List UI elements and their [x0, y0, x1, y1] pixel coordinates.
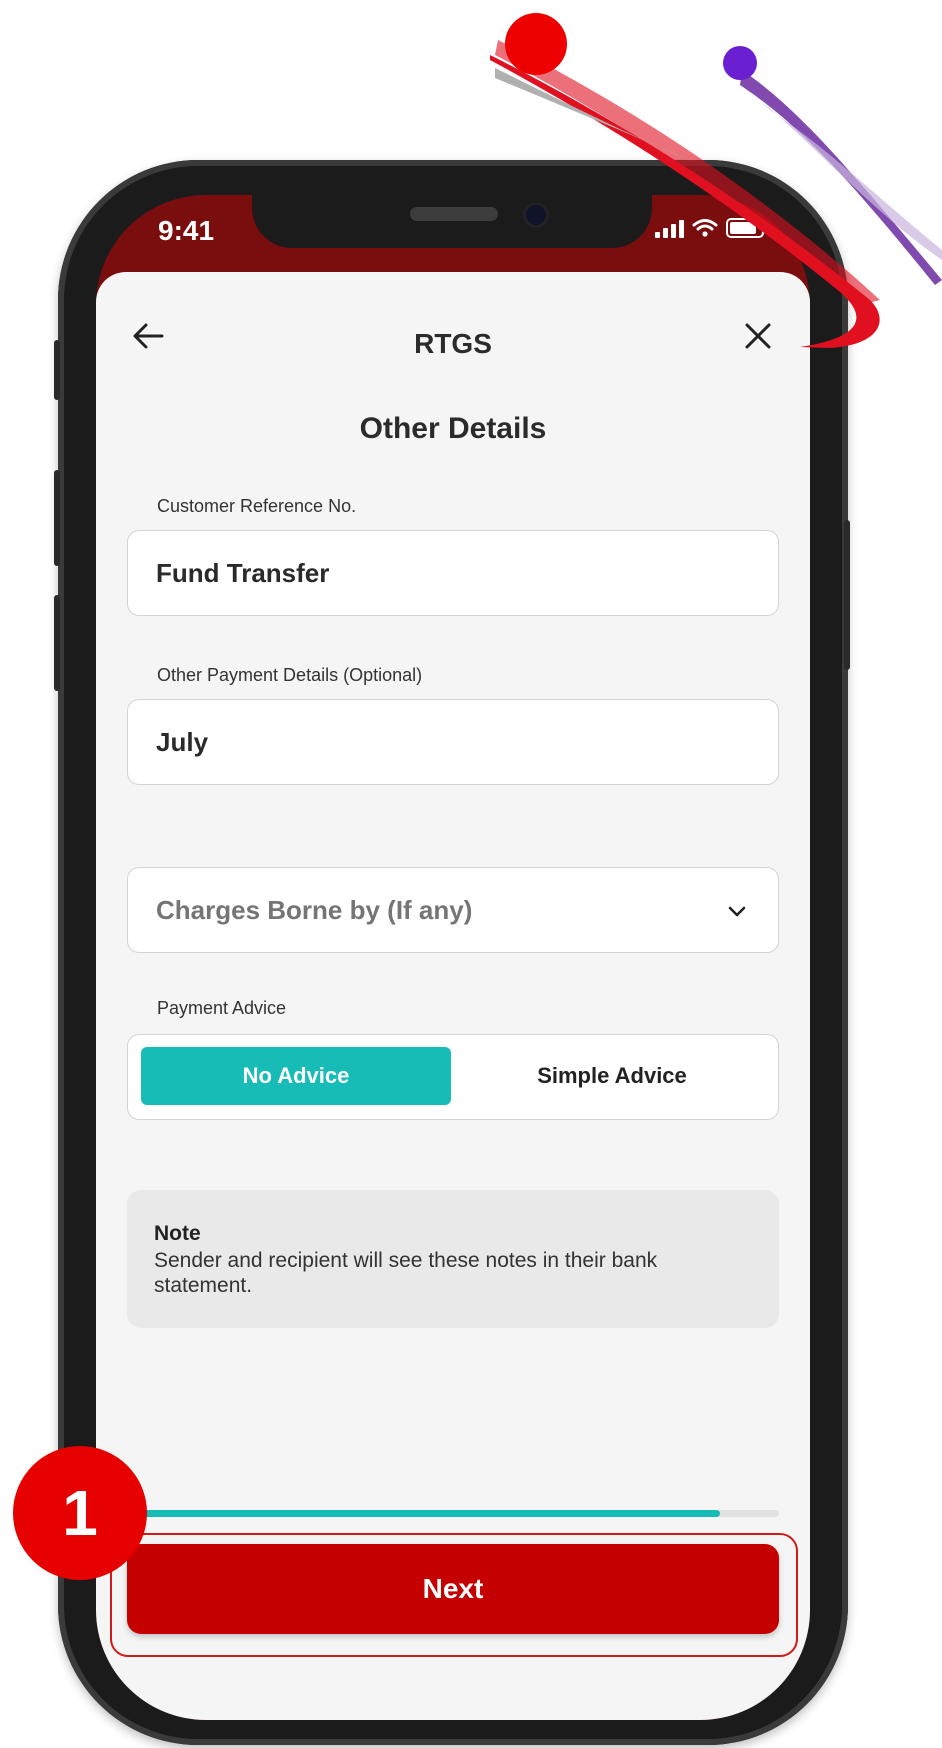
close-icon[interactable] [742, 320, 774, 352]
top-bar: RTGS [96, 272, 810, 368]
customer-reference-field[interactable]: Fund Transfer [127, 530, 779, 616]
highlight-callout [110, 1533, 798, 1657]
charges-borne-by-select[interactable]: Charges Borne by (If any) [127, 867, 779, 953]
speaker-grille [410, 207, 498, 221]
signal-icon [655, 218, 684, 238]
customer-reference-value: Fund Transfer [156, 558, 330, 588]
wifi-icon [692, 219, 718, 237]
simple-advice-option[interactable]: Simple Advice [458, 1047, 766, 1105]
battery-icon [726, 218, 764, 238]
note-box: Note Sender and recipient will see these… [127, 1190, 779, 1328]
page-title: RTGS [414, 328, 492, 359]
phone-side-button [844, 520, 850, 670]
step-badge: 1 [13, 1446, 147, 1580]
other-payment-details-field[interactable]: July [127, 699, 779, 785]
phone-side-button [54, 470, 60, 566]
status-time: 9:41 [158, 215, 215, 246]
note-title: Note [154, 1222, 201, 1245]
charges-borne-by-placeholder: Charges Borne by (If any) [156, 895, 473, 925]
phone-side-button [54, 340, 60, 400]
other-payment-details-label: Other Payment Details (Optional) [157, 665, 423, 685]
phone-side-button [54, 595, 60, 691]
payment-advice-label: Payment Advice [157, 998, 287, 1018]
chevron-down-icon [728, 906, 746, 917]
section-title: Other Details [359, 412, 547, 445]
other-payment-details-value: July [156, 727, 209, 757]
status-icons [655, 218, 764, 238]
no-advice-option[interactable]: No Advice [141, 1047, 451, 1105]
progress-fill [127, 1510, 721, 1517]
customer-reference-label: Customer Reference No. [157, 496, 357, 516]
app-sheet: RTGS Other Details Customer Reference No… [96, 272, 810, 1720]
progress-bar [127, 1510, 779, 1517]
front-camera [526, 205, 546, 225]
payment-advice-toggle: No Advice Simple Advice [127, 1034, 779, 1120]
note-text: Sender and recipient will see these note… [154, 1249, 658, 1297]
